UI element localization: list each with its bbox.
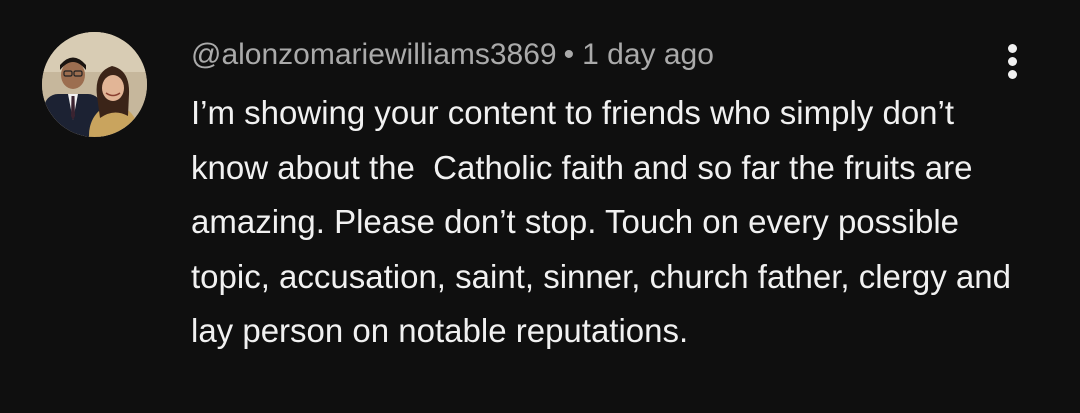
author-avatar[interactable] [42,32,147,137]
more-options-button[interactable] [996,40,1032,84]
comment-timestamp[interactable]: 1 day ago [582,38,714,71]
avatar-photo-icon [42,32,147,137]
author-handle[interactable]: @alonzomariewilliams3869 [191,38,557,71]
comment-header: @alonzomariewilliams3869 • 1 day ago [191,36,714,74]
meta-separator: • [563,38,575,71]
comment-thread: @alonzomariewilliams3869 • 1 day ago I’m s… [0,0,1080,413]
comment-text: I’m showing your content to friends who … [191,94,1021,349]
